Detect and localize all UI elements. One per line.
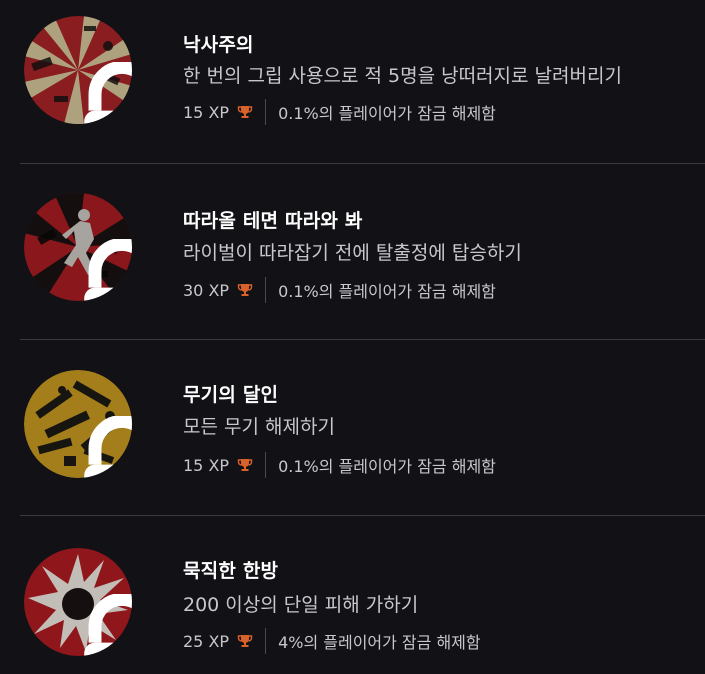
achievement-row[interactable]: 묵직한 한방 200 이상의 단일 피해 가하기 25 XP 4%의 플레이어가… xyxy=(0,516,705,674)
xp-value: 15 XP xyxy=(183,455,230,475)
achievement-description: 200 이상의 단일 피해 가하기 xyxy=(183,594,419,616)
weapons-badge-icon xyxy=(24,370,132,478)
xp-value: 15 XP xyxy=(183,102,230,122)
row-divider xyxy=(20,515,705,516)
achievement-meta: 15 XP 0.1%의 플레이어가 잠금 해제함 xyxy=(183,99,496,125)
achievement-row[interactable]: 따라올 테면 따라와 봐 라이벌이 따라잡기 전에 탈출정에 탑승하기 30 X… xyxy=(0,164,705,340)
meta-divider xyxy=(265,277,267,303)
unlock-rate: 0.1%의 플레이어가 잠금 해제함 xyxy=(278,104,496,123)
row-divider xyxy=(20,163,705,164)
trophy-icon xyxy=(237,106,253,118)
lock-icon xyxy=(84,239,132,301)
achievement-row[interactable]: 무기의 달인 모든 무기 해제하기 15 XP 0.1%의 플레이어가 잠금 해… xyxy=(0,340,705,516)
row-divider xyxy=(20,339,705,340)
trophy-icon xyxy=(237,284,253,296)
trophy-icon xyxy=(237,459,253,471)
lock-icon xyxy=(84,594,132,656)
impact-burst-badge-icon xyxy=(24,548,132,656)
achievement-description: 모든 무기 해제하기 xyxy=(183,416,335,438)
achievement-list: 낙사주의 한 번의 그립 사용으로 적 5명을 낭떠러지로 날려버리기 15 X… xyxy=(0,0,705,674)
unlock-rate: 0.1%의 플레이어가 잠금 해제함 xyxy=(278,282,496,301)
achievement-title: 묵직한 한방 xyxy=(183,560,279,582)
achievement-description: 라이벌이 따라잡기 전에 탈출정에 탑승하기 xyxy=(183,242,522,264)
trophy-icon xyxy=(237,635,253,647)
meta-divider xyxy=(265,99,267,125)
achievement-meta: 25 XP 4%의 플레이어가 잠금 해제함 xyxy=(183,628,481,654)
meta-divider xyxy=(265,628,267,654)
lock-icon xyxy=(84,62,132,124)
achievement-meta: 30 XP 0.1%의 플레이어가 잠금 해제함 xyxy=(183,277,496,303)
achievement-title: 무기의 달인 xyxy=(183,384,279,406)
unlock-rate: 0.1%의 플레이어가 잠금 해제함 xyxy=(278,457,496,476)
xp-value: 25 XP xyxy=(183,631,230,651)
achievement-description: 한 번의 그립 사용으로 적 5명을 낭떠러지로 날려버리기 xyxy=(183,65,622,87)
rising-sun-badge-icon xyxy=(24,16,132,124)
running-figure-badge-icon xyxy=(24,193,132,301)
achievement-row[interactable]: 낙사주의 한 번의 그립 사용으로 적 5명을 낭떠러지로 날려버리기 15 X… xyxy=(0,0,705,176)
achievement-title: 따라올 테면 따라와 봐 xyxy=(183,210,363,232)
achievement-title: 낙사주의 xyxy=(183,34,254,56)
unlock-rate: 4%의 플레이어가 잠금 해제함 xyxy=(278,633,481,652)
lock-icon xyxy=(84,416,132,478)
xp-value: 30 XP xyxy=(183,280,230,300)
achievement-meta: 15 XP 0.1%의 플레이어가 잠금 해제함 xyxy=(183,452,496,478)
meta-divider xyxy=(265,452,267,478)
